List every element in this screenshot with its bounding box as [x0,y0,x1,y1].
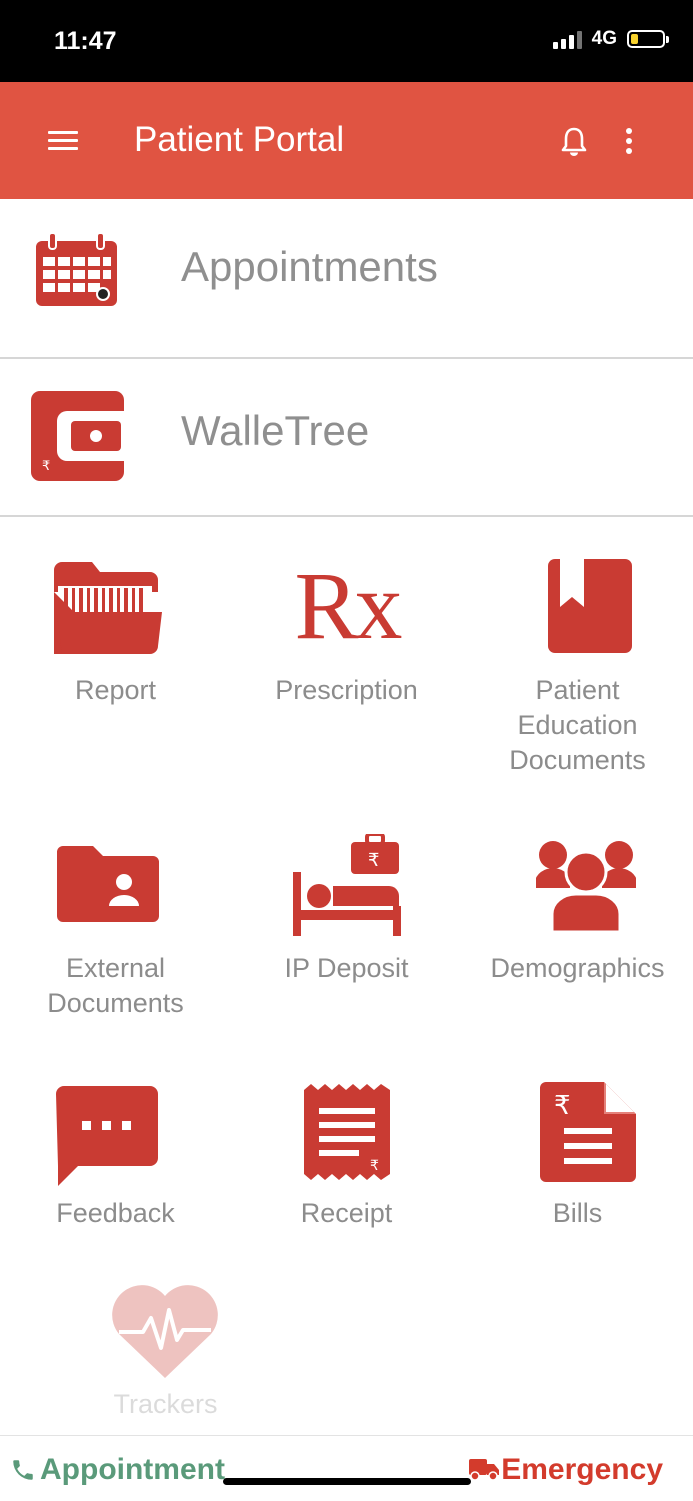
app-bar: Patient Portal [0,82,693,199]
bills-label: Bills [552,1198,603,1228]
svg-text:₹: ₹ [370,1158,379,1174]
ambulance-icon [469,1459,500,1481]
patient-education-label-line-1: Patient [535,675,620,705]
demographics-tile[interactable]: Demographics [462,838,693,998]
hamburger-menu-icon[interactable] [48,131,78,151]
patient-education-documents-tile[interactable]: Patient Education Documents [462,557,693,787]
report-label: Report [74,675,157,705]
external-documents-tile[interactable]: External Documents [0,840,231,1030]
chat-bubble-icon [56,1086,158,1186]
svg-text:₹: ₹ [368,850,379,871]
external-documents-label-line-2: Documents [47,988,184,1018]
external-documents-label-line-1: External [65,953,166,983]
rx-icon: Rx [294,552,402,659]
receipt-icon: ₹ [304,1084,390,1180]
appointment-call-label: Appointment [40,1453,225,1486]
calendar-icon [36,233,117,306]
appointments-label: Appointments [181,243,438,290]
ip-deposit-label: IP Deposit [284,953,409,983]
appointment-call-button[interactable]: Appointment [10,1453,225,1487]
feedback-tile[interactable]: Feedback [0,1084,231,1244]
heartbeat-icon [112,1285,218,1378]
demographics-label: Demographics [490,953,665,983]
external-documents-label: External Documents [0,951,231,1021]
patient-education-label-line-2: Education [517,710,638,740]
feedback-label: Feedback [56,1198,175,1228]
status-bar: 11:47 4G [0,0,693,82]
trackers-tile[interactable]: Trackers [50,1284,281,1424]
people-icon [536,841,636,932]
trackers-label: Trackers [113,1389,218,1419]
report-tile[interactable]: Report [0,560,231,720]
emergency-button[interactable]: Emergency [469,1453,663,1487]
folder-user-icon [57,846,159,922]
app-title: Patient Portal [134,120,345,159]
more-options-icon[interactable] [620,128,638,156]
status-indicators: 4G [552,28,669,50]
bills-tile[interactable]: ₹ Bills [462,1080,693,1240]
network-type: 4G [591,28,617,49]
status-time: 11:47 [54,27,117,55]
patient-education-label-line-3: Documents [509,745,646,775]
phone-icon [13,1460,33,1480]
bell-icon[interactable] [558,126,590,158]
prescription-label: Prescription [275,675,418,705]
home-indicator [223,1478,471,1485]
appointments-row[interactable]: Appointments [0,199,693,359]
signal-icon [552,29,582,49]
emergency-label: Emergency [501,1453,663,1486]
walletree-label: WalleTree [181,407,370,454]
wallet-icon: ₹ [31,391,124,481]
bill-document-icon: ₹ [540,1082,636,1182]
prescription-tile[interactable]: Rx Prescription [231,556,462,720]
patient-education-label: Patient Education Documents [462,673,693,778]
ip-deposit-tile[interactable]: ₹ IP Deposit [231,834,462,994]
walletree-row[interactable]: ₹ WalleTree [0,359,693,517]
svg-text:₹: ₹ [42,459,50,474]
svg-text:₹: ₹ [554,1091,571,1121]
receipt-label: Receipt [300,1198,393,1228]
receipt-tile[interactable]: ₹ Receipt [231,1084,462,1244]
bottom-action-bar: Appointment Emergency [0,1435,693,1501]
bookmark-book-icon [548,559,632,653]
battery-icon [627,30,669,48]
bed-deposit-icon: ₹ [293,834,401,936]
folder-report-icon [54,562,162,654]
